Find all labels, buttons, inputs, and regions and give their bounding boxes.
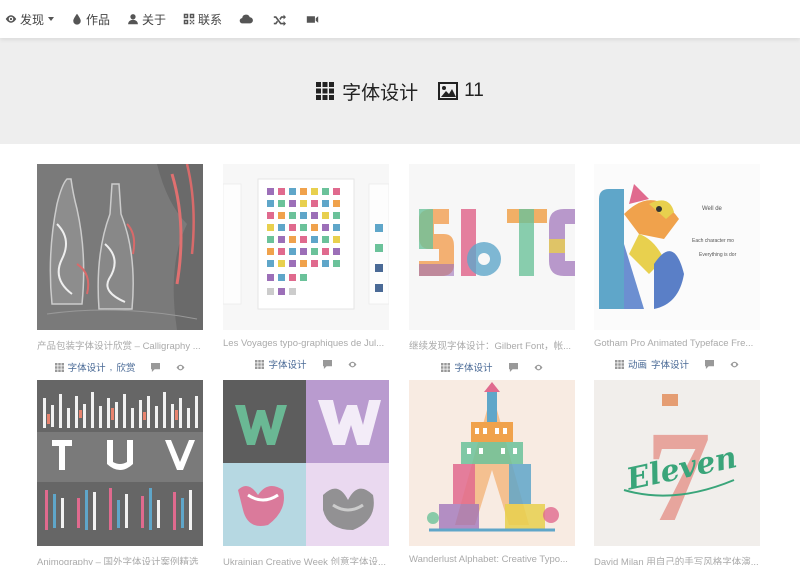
work-caption[interactable]: Animography – 国外字体设计案例精选 (37, 554, 203, 565)
nav-works[interactable]: 作品 (71, 11, 110, 28)
thumb-text: Well de (702, 206, 723, 212)
work-card[interactable]: 7 Eleven David Milan 用自己的手写风格字体演... (594, 380, 760, 565)
eye-icon[interactable] (348, 360, 357, 369)
caret-down-icon (48, 17, 55, 21)
comment-icon[interactable] (705, 359, 715, 369)
thumb-text: Each character mo (692, 238, 734, 244)
eye-icon[interactable] (534, 363, 543, 372)
work-thumbnail[interactable] (37, 380, 203, 546)
eye-icon[interactable] (176, 363, 185, 372)
category-banner: 字体设计 11 (0, 38, 800, 144)
work-card[interactable]: Les Voyages typo-graphiques de Jul... 字体… (223, 164, 389, 371)
grid-icon (54, 362, 64, 372)
eye-icon (5, 15, 17, 23)
work-meta: 动画 字体设计 (594, 357, 760, 371)
work-thumbnail[interactable] (409, 380, 575, 546)
work-thumbnail[interactable] (223, 380, 389, 546)
work-card[interactable]: 产品包装字体设计欣赏 – Calligraphy ... 字体设计 , 欣赏 (37, 164, 203, 374)
work-thumbnail[interactable] (37, 164, 203, 330)
work-caption[interactable]: Ukrainian Creative Week 创意字体设... (223, 554, 389, 565)
qrcode-icon (183, 13, 195, 25)
work-thumbnail[interactable]: Well de Each character mo Everything is … (594, 164, 760, 330)
tag-link[interactable]: 字体设计 (454, 360, 492, 374)
comment-icon[interactable] (508, 362, 518, 372)
shuffle-icon (273, 14, 287, 26)
work-meta: 字体设计 , 欣赏 (37, 360, 203, 374)
nav-contact[interactable]: 联系 (183, 11, 222, 28)
work-card[interactable]: 继续发现字体设计：Gilbert Font，帐... 字体设计 (409, 164, 575, 374)
work-meta: 字体设计 (223, 357, 389, 371)
grid-icon (614, 359, 624, 369)
work-caption[interactable]: Les Voyages typo-graphiques de Jul... (223, 338, 389, 349)
tag-link[interactable]: 欣赏 (116, 360, 135, 374)
comment-icon[interactable] (322, 359, 332, 369)
nav-video[interactable] (306, 13, 322, 26)
tag-link[interactable]: 动画 (628, 357, 647, 371)
work-thumbnail[interactable] (223, 164, 389, 330)
category-header: 字体设计 11 (316, 78, 484, 105)
work-meta: 字体设计 (409, 360, 575, 374)
thumbnail-image (409, 380, 575, 546)
eye-icon[interactable] (730, 360, 739, 369)
work-card[interactable]: Ukrainian Creative Week 创意字体设... (223, 380, 389, 565)
thumbnail-image (223, 164, 389, 330)
thumbnail-image: 7 Eleven (594, 380, 760, 546)
category-title: 字体设计 (342, 82, 419, 104)
nav-contact-label: 联系 (198, 12, 223, 27)
work-card[interactable]: Wanderlust Alphabet: Creative Typo... (409, 380, 575, 565)
work-caption[interactable]: 产品包装字体设计欣赏 – Calligraphy ... (37, 338, 203, 352)
tag-link[interactable]: 字体设计 (651, 357, 689, 371)
category-count: 11 (464, 80, 484, 101)
work-card[interactable]: Well de Each character mo Everything is … (594, 164, 760, 371)
cloud-icon (239, 14, 253, 24)
user-icon (128, 14, 138, 25)
tag-link[interactable]: 字体设计 (268, 357, 306, 371)
top-nav: 发现 作品 关于 联系 (0, 0, 800, 38)
thumbnail-image (37, 164, 203, 330)
grid-icon (316, 82, 335, 100)
nav-about-label: 关于 (142, 12, 167, 27)
drop-icon (73, 13, 81, 25)
nav-discover[interactable]: 发现 (5, 11, 55, 28)
grid-icon (255, 359, 265, 369)
work-caption[interactable]: 继续发现字体设计：Gilbert Font，帐... (409, 338, 575, 352)
work-caption[interactable]: Wanderlust Alphabet: Creative Typo... (409, 554, 575, 565)
nav-discover-label: 发现 (20, 12, 45, 27)
comment-icon[interactable] (151, 362, 161, 372)
video-camera-icon (306, 15, 319, 23)
nav-works-label: 作品 (86, 12, 111, 27)
thumbnail-image (409, 164, 575, 330)
tag-link[interactable]: 字体设计 (68, 360, 106, 374)
work-thumbnail[interactable]: 7 Eleven (594, 380, 760, 546)
work-caption[interactable]: Gotham Pro Animated Typeface Fre... (594, 338, 760, 349)
nav-about[interactable]: 关于 (127, 11, 166, 28)
nav-random[interactable] (273, 13, 289, 26)
thumbnail-image (223, 380, 389, 546)
thumbnail-image: Well de Each character mo Everything is … (594, 164, 760, 330)
nav-cloud[interactable] (239, 12, 256, 26)
grid-icon (441, 362, 451, 372)
image-icon (438, 82, 459, 100)
work-card[interactable]: Animography – 国外字体设计案例精选 (37, 380, 203, 565)
thumbnail-image (37, 380, 203, 546)
thumb-text: Everything is dor (699, 252, 737, 258)
work-caption[interactable]: David Milan 用自己的手写风格字体演... (594, 554, 760, 565)
work-thumbnail[interactable] (409, 164, 575, 330)
